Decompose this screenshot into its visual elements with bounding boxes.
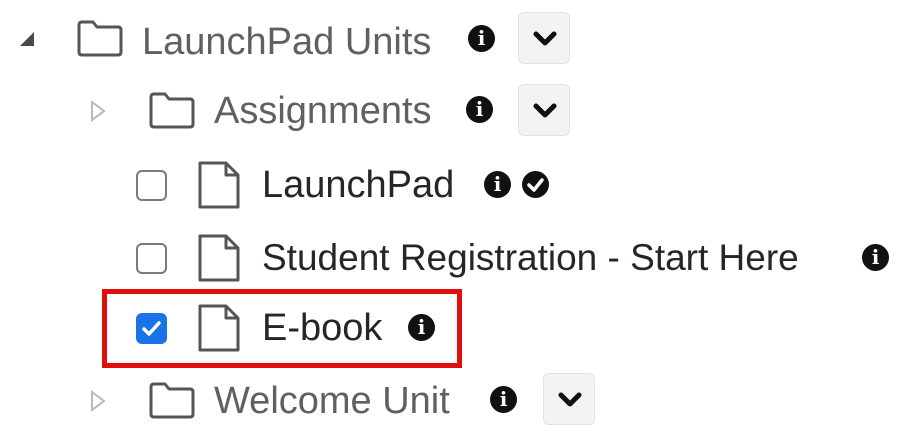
chevron-down-icon bbox=[533, 31, 557, 46]
caret-right-icon[interactable] bbox=[90, 390, 106, 412]
tree-node-welcome-unit[interactable]: Welcome Unit i bbox=[0, 370, 899, 430]
file-icon bbox=[198, 234, 240, 282]
tree-item-student-registration[interactable]: Student Registration - Start Here i bbox=[0, 228, 899, 288]
info-icon[interactable]: i bbox=[466, 96, 493, 123]
tree-node-label[interactable]: LaunchPad Units bbox=[142, 23, 431, 61]
folder-icon bbox=[149, 92, 195, 129]
info-icon[interactable]: i bbox=[862, 244, 889, 271]
item-checkbox[interactable] bbox=[136, 170, 167, 201]
tree-item-label[interactable]: LaunchPad bbox=[262, 166, 454, 204]
tree-node-label[interactable]: Assignments bbox=[214, 92, 432, 130]
tree-node-assignments[interactable]: Assignments i bbox=[0, 80, 899, 140]
info-icon[interactable]: i bbox=[484, 171, 511, 198]
dropdown-button[interactable] bbox=[518, 84, 570, 136]
item-checkbox[interactable] bbox=[136, 243, 167, 274]
tree-item-label[interactable]: Student Registration - Start Here bbox=[262, 239, 799, 276]
caret-right-icon[interactable] bbox=[90, 100, 106, 122]
tree-item-ebook[interactable]: E-book i bbox=[0, 298, 899, 358]
info-icon[interactable]: i bbox=[468, 25, 495, 52]
tree-node-label[interactable]: Welcome Unit bbox=[214, 382, 450, 420]
tree-item-label[interactable]: E-book bbox=[262, 309, 382, 347]
chevron-down-icon bbox=[533, 103, 557, 118]
checkmark-icon bbox=[142, 321, 161, 336]
folder-icon bbox=[149, 382, 195, 419]
tree-item-launchpad[interactable]: LaunchPad i bbox=[0, 155, 899, 215]
dropdown-button[interactable] bbox=[518, 12, 570, 64]
chevron-down-icon bbox=[558, 392, 582, 407]
folder-icon bbox=[77, 20, 123, 57]
file-icon bbox=[198, 161, 240, 209]
dropdown-button[interactable] bbox=[543, 373, 595, 425]
check-circle-icon bbox=[522, 171, 549, 198]
info-icon[interactable]: i bbox=[408, 314, 435, 341]
file-icon bbox=[198, 304, 240, 352]
tree-node-launchpad-units[interactable]: LaunchPad Units i bbox=[0, 8, 899, 68]
info-icon[interactable]: i bbox=[490, 386, 517, 413]
item-checkbox-checked[interactable] bbox=[136, 313, 167, 344]
caret-expanded-icon[interactable] bbox=[18, 30, 36, 48]
